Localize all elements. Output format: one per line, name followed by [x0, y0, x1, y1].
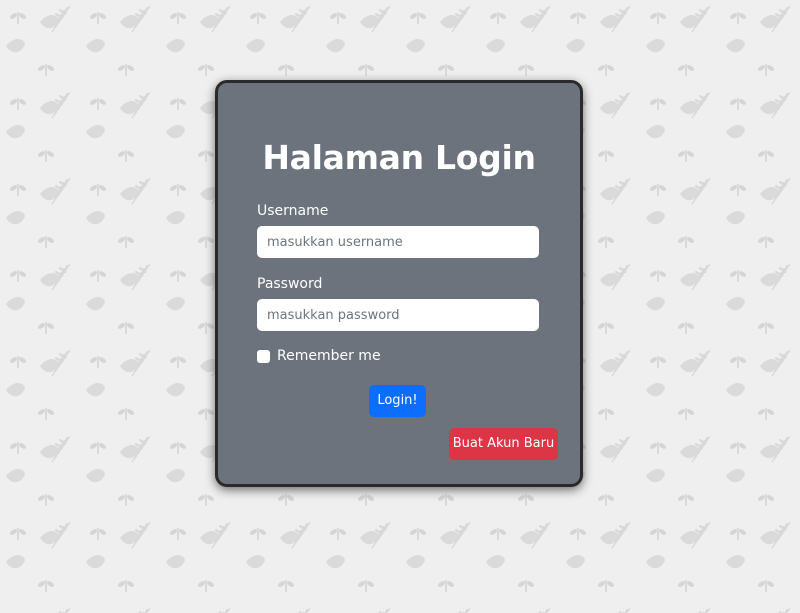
remember-me-row: Remember me [257, 347, 381, 365]
password-label: Password [257, 276, 323, 292]
remember-me-checkbox[interactable] [257, 349, 270, 363]
login-card: Halaman Login Username Password Remember… [215, 80, 583, 487]
username-label: Username [257, 203, 329, 219]
create-account-button[interactable]: Buat Akun Baru [449, 428, 558, 460]
remember-me-label[interactable]: Remember me [277, 347, 381, 365]
username-input[interactable] [257, 226, 539, 258]
page-title: Halaman Login [262, 138, 536, 177]
password-input[interactable] [257, 299, 539, 331]
login-button[interactable]: Login! [369, 385, 426, 417]
